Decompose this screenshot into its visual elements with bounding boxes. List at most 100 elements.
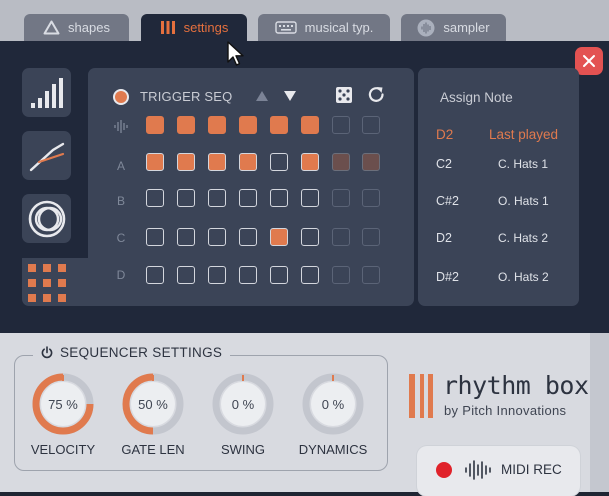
knob-label-swing: SWING [220, 442, 266, 457]
assign-sample: C. Hats 1 [498, 157, 549, 171]
ring-button[interactable] [22, 194, 71, 243]
waveform-icon [465, 460, 491, 480]
tab-label: musical typ. [304, 20, 374, 35]
step-cell[interactable] [146, 228, 164, 246]
close-button[interactable] [575, 47, 603, 75]
tab-settings[interactable]: settings [141, 14, 247, 41]
step-cell[interactable] [270, 116, 288, 134]
step-cell[interactable] [362, 153, 380, 171]
step-cell[interactable] [177, 189, 195, 207]
step-cell[interactable] [239, 153, 257, 171]
step-cell[interactable] [239, 228, 257, 246]
grid-icon [28, 264, 66, 302]
step-cell[interactable] [301, 189, 319, 207]
tab-label: settings [183, 20, 229, 35]
step-cell[interactable] [239, 189, 257, 207]
refresh-icon[interactable] [367, 85, 386, 104]
gate-length-knob[interactable]: 50 % [122, 373, 184, 435]
step-cell[interactable] [270, 189, 288, 207]
knob-value: 0 % [231, 396, 255, 412]
envelope-button[interactable] [22, 131, 71, 180]
step-cell[interactable] [332, 116, 350, 134]
panel-edge [590, 333, 609, 492]
step-cell[interactable] [270, 153, 288, 171]
assign-row[interactable]: C#2 O. Hats 1 [418, 191, 579, 213]
waveform-row-icon [114, 120, 128, 133]
assign-row[interactable]: D#2 O. Hats 2 [418, 267, 579, 289]
close-icon [583, 55, 595, 67]
assign-row[interactable]: D2 C. Hats 2 [418, 228, 579, 250]
step-cell[interactable] [332, 228, 350, 246]
assign-note: D2 [436, 231, 452, 245]
settings-title: SEQUENCER SETTINGS [33, 345, 231, 360]
dice-icon[interactable] [335, 86, 353, 104]
step-cell[interactable] [332, 266, 350, 284]
step-cell[interactable] [208, 266, 226, 284]
assign-row[interactable]: C2 C. Hats 1 [418, 154, 579, 176]
settings-title-text: SEQUENCER SETTINGS [60, 345, 223, 360]
midi-rec-label: MIDI REC [501, 462, 562, 477]
swing-knob[interactable]: 0 % [212, 373, 274, 435]
knob-value: 50 % [138, 396, 168, 412]
assign-title: Assign Note [440, 90, 513, 105]
step-cell[interactable] [301, 266, 319, 284]
dynamics-knob[interactable]: 0 % [302, 373, 364, 435]
tab-label: sampler [443, 20, 490, 35]
step-cell[interactable] [239, 266, 257, 284]
tab-shapes[interactable]: shapes [24, 14, 129, 41]
velocity-bars-button[interactable] [22, 68, 71, 117]
step-cell[interactable] [332, 189, 350, 207]
step-cell[interactable] [177, 228, 195, 246]
power-icon[interactable] [41, 346, 53, 359]
velocity-knob[interactable]: 75 % [32, 373, 94, 435]
envelope-curve-icon [29, 142, 64, 171]
arrow-down-icon[interactable] [283, 90, 297, 102]
assign-sample: C. Hats 2 [498, 231, 549, 245]
step-cell[interactable] [362, 116, 380, 134]
step-cell[interactable] [301, 153, 319, 171]
step-cell[interactable] [177, 153, 195, 171]
step-cell[interactable] [146, 116, 164, 134]
triangle-icon [43, 20, 60, 35]
knob-label-dynamics: DYNAMICS [298, 442, 368, 457]
waveform-circle-icon [417, 19, 435, 36]
bars-icon [160, 21, 175, 34]
arrow-up-icon[interactable] [255, 90, 269, 102]
trigger-led-icon[interactable] [112, 88, 130, 106]
ascending-bars-icon [30, 77, 63, 108]
knob-value: 0 % [321, 396, 345, 412]
step-cell[interactable] [270, 228, 288, 246]
step-cell[interactable] [301, 116, 319, 134]
step-cell[interactable] [177, 266, 195, 284]
row-label-a: A [116, 159, 125, 173]
tab-sampler[interactable]: sampler [401, 14, 506, 41]
sequencer-title: TRIGGER SEQ [140, 89, 233, 104]
step-cell[interactable] [177, 116, 195, 134]
step-cell[interactable] [239, 116, 257, 134]
row-label-d: D [116, 268, 126, 282]
tab-musical-type[interactable]: musical typ. [258, 14, 390, 41]
assign-sample: O. Hats 2 [498, 270, 549, 284]
step-cell[interactable] [301, 228, 319, 246]
assign-note-panel: Assign Note D2 Last played C2 C. Hats 1 … [418, 68, 579, 306]
step-cell[interactable] [332, 153, 350, 171]
rings-icon [28, 200, 65, 237]
assign-header-note: D2 [436, 127, 454, 142]
assign-sample: O. Hats 1 [498, 194, 549, 208]
step-cell[interactable] [208, 116, 226, 134]
step-cell[interactable] [146, 266, 164, 284]
knob-label-gate-length: GATE LEN [121, 442, 185, 457]
assign-note: C2 [436, 157, 452, 171]
step-cell[interactable] [208, 153, 226, 171]
midi-rec-button[interactable]: MIDI REC [417, 446, 580, 496]
step-cell[interactable] [270, 266, 288, 284]
step-cell[interactable] [146, 153, 164, 171]
step-cell[interactable] [208, 228, 226, 246]
step-cell[interactable] [362, 266, 380, 284]
step-cell[interactable] [146, 189, 164, 207]
assign-header-sample: Last played [489, 127, 559, 142]
step-cell[interactable] [208, 189, 226, 207]
step-cell[interactable] [362, 228, 380, 246]
knob-value: 75 % [48, 396, 78, 412]
step-cell[interactable] [362, 189, 380, 207]
